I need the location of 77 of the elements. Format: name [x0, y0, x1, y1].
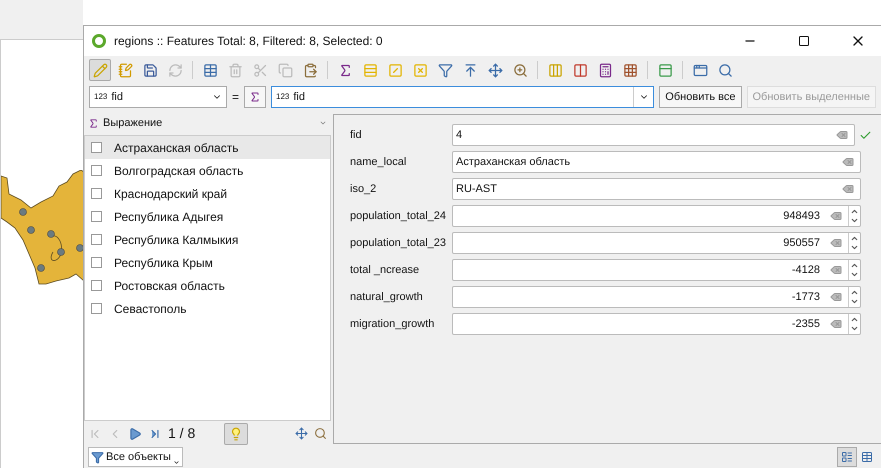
- list-item[interactable]: Волгоградская область: [85, 159, 330, 182]
- filter-icon[interactable]: [438, 62, 452, 78]
- checkbox[interactable]: [91, 211, 102, 222]
- value-field[interactable]: 950557: [452, 232, 861, 254]
- expression-field[interactable]: 123 fid: [271, 86, 654, 108]
- field-label: total _ncrease: [350, 262, 420, 278]
- value-field[interactable]: 948493: [452, 205, 861, 227]
- spinner-arrows[interactable]: [848, 233, 860, 253]
- spinner-arrows[interactable]: [848, 287, 860, 307]
- app-logo-icon: [92, 34, 106, 48]
- clear-icon[interactable]: [842, 183, 854, 195]
- clear-icon[interactable]: [830, 318, 842, 330]
- spinner-arrows[interactable]: [848, 206, 860, 226]
- zoom-icon[interactable]: [512, 62, 528, 78]
- clear-icon[interactable]: [830, 291, 842, 303]
- field-label: population_total_24: [350, 208, 448, 224]
- list-item[interactable]: Республика Крым: [85, 251, 330, 274]
- list-item[interactable]: Республика Адыгея: [85, 205, 330, 228]
- paste-icon[interactable]: [302, 62, 318, 78]
- clear-icon[interactable]: [830, 264, 842, 276]
- checkbox[interactable]: [91, 234, 102, 245]
- form-layout-icon[interactable]: [841, 451, 853, 463]
- spinner-arrows[interactable]: [848, 260, 860, 280]
- form-view-button[interactable]: [837, 447, 857, 467]
- maximize-icon[interactable]: [798, 35, 810, 47]
- list-item[interactable]: Ростовская область: [85, 274, 330, 297]
- value-field[interactable]: -1773: [452, 286, 861, 308]
- expression-header[interactable]: Выражение: [84, 111, 331, 135]
- list-item[interactable]: Республика Калмыкия: [85, 228, 330, 251]
- table-icon[interactable]: [861, 451, 873, 463]
- clear-icon[interactable]: [830, 210, 842, 222]
- field-dropdown[interactable]: 123 fid: [89, 86, 227, 108]
- field-label: natural_growth: [350, 290, 424, 305]
- list-item[interactable]: Краснодарский край: [85, 182, 330, 205]
- window-title: regions :: Features Total: 8, Filtered: 8, Selected: 0: [114, 33, 383, 50]
- filter-dropdown[interactable]: Все объекты: [88, 447, 183, 467]
- value-field[interactable]: 4: [452, 124, 855, 146]
- equals-label: =: [232, 89, 240, 106]
- move-arrows-icon[interactable]: [295, 427, 308, 440]
- value-field[interactable]: -4128: [452, 259, 861, 281]
- list-item[interactable]: Севастополь: [85, 297, 330, 320]
- clear-icon[interactable]: [836, 129, 848, 141]
- value-field[interactable]: Астраханская область: [452, 151, 861, 173]
- spinner-arrows[interactable]: [848, 314, 860, 334]
- field-label: migration_growth: [350, 316, 436, 332]
- checkbox[interactable]: [91, 165, 102, 176]
- record-position: 1 / 8: [168, 424, 196, 443]
- value-field[interactable]: -2355: [452, 313, 861, 335]
- search-icon[interactable]: [718, 62, 732, 78]
- checkbox[interactable]: [91, 257, 102, 268]
- panel-icon[interactable]: [658, 62, 672, 78]
- field-label: iso_2: [350, 182, 378, 197]
- arrow-up-icon[interactable]: [462, 62, 478, 78]
- expression-button[interactable]: [244, 86, 266, 108]
- clear-icon[interactable]: [842, 156, 854, 168]
- zoom-icon[interactable]: [314, 427, 327, 440]
- table-add-icon[interactable]: [202, 62, 218, 78]
- checkbox[interactable]: [91, 188, 102, 199]
- checkbox[interactable]: [91, 280, 102, 291]
- expression-icon[interactable]: [249, 91, 262, 103]
- expression-icon: [88, 118, 99, 128]
- move-arrows-icon[interactable]: [488, 62, 502, 78]
- field-label: fid: [350, 128, 363, 143]
- field-label: name_local: [350, 154, 408, 170]
- value-field[interactable]: RU-AST: [452, 178, 861, 200]
- window-icon[interactable]: [692, 62, 708, 78]
- clear-icon[interactable]: [830, 237, 842, 249]
- list-item[interactable]: Астраханская область: [85, 136, 330, 159]
- checkbox[interactable]: [91, 303, 102, 314]
- update-button[interactable]: Обновить все: [659, 86, 742, 108]
- filter-icon[interactable]: [91, 450, 104, 464]
- calculator-icon[interactable]: [598, 62, 612, 78]
- column-delete-icon[interactable]: [572, 62, 588, 78]
- grid-icon[interactable]: [622, 62, 638, 78]
- save-icon[interactable]: [142, 62, 158, 78]
- checkbox[interactable]: [91, 142, 102, 153]
- field-label: population_total_23: [350, 236, 448, 251]
